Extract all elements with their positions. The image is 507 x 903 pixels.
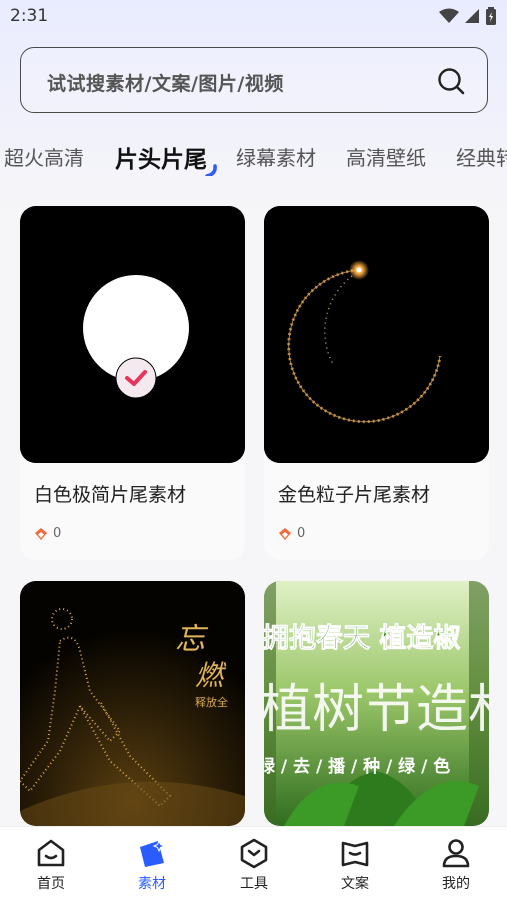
tab-hd-wallpaper[interactable]: 高清壁纸 [346, 142, 426, 171]
card-thumbnail[interactable] [20, 206, 245, 463]
card-meta: 0 [34, 526, 61, 541]
heat-count: 0 [297, 526, 306, 541]
card-meta: 0 [278, 526, 305, 541]
material-card[interactable]: 白色极简片尾素材 0 [20, 206, 245, 560]
fire-icon [35, 527, 47, 540]
nav-tools-label: 工具 [240, 876, 268, 892]
tab-green-screen[interactable]: 绿幕素材 [236, 142, 316, 171]
status-icons [439, 7, 497, 25]
nav-profile-label: 我的 [442, 876, 470, 892]
card-thumbnail[interactable] [264, 206, 489, 463]
card-title: 白色极简片尾素材 [34, 484, 187, 506]
nav-copywriting-label: 文案 [341, 876, 369, 892]
tab-intro-outro[interactable]: 片头片尾 [115, 140, 207, 174]
signal-icon [465, 9, 479, 23]
search-icon[interactable] [437, 67, 465, 95]
card-art-text: 忘 [175, 622, 209, 657]
wifi-icon [439, 8, 459, 23]
bottom-nav: 首页 素材 工具 文案 我的 [0, 826, 507, 903]
material-card[interactable]: 金色粒子片尾素材 0 [264, 206, 489, 560]
heat-count: 0 [53, 526, 62, 541]
card-art-text: 燃 [195, 659, 227, 692]
search-input[interactable]: 试试搜素材/文案/图片/视频 [47, 69, 284, 96]
tools-icon [240, 838, 268, 869]
status-time: 2:31 [10, 6, 49, 26]
card-art-text: 拥抱春天 植造椒 [264, 622, 460, 654]
tab-super-hd[interactable]: 超火高清 [4, 142, 84, 171]
nav-copywriting[interactable]: 文案 [325, 837, 385, 893]
material-card[interactable]: 忘 燃 释放全 [20, 581, 245, 826]
white-circle-thumbnail [20, 206, 245, 463]
nav-material[interactable]: 素材 [122, 837, 182, 893]
material-icon [140, 839, 166, 867]
copywriting-icon [341, 841, 369, 867]
card-art-text: 植树节造林 [264, 680, 489, 740]
nav-home[interactable]: 首页 [21, 837, 81, 893]
nav-material-label: 素材 [138, 876, 166, 892]
gold-figure-thumbnail: 忘 燃 释放全 [20, 581, 245, 826]
tab-classic[interactable]: 经典转 [456, 142, 507, 171]
nav-tools[interactable]: 工具 [224, 837, 284, 893]
category-tabs: 超火高清 片头片尾 绿幕素材 高清壁纸 经典转 [0, 136, 507, 176]
tree-planting-thumbnail: 拥抱春天 植造椒 植树节造林 绿 / 去 / 播 / 种 / 绿 / 色 [264, 581, 489, 826]
card-title: 金色粒子片尾素材 [278, 484, 431, 506]
profile-icon [442, 839, 470, 868]
active-tab-indicator [205, 164, 217, 176]
card-art-text: 释放全 [195, 695, 228, 709]
nav-profile[interactable]: 我的 [426, 837, 486, 893]
nav-home-label: 首页 [37, 876, 65, 892]
card-thumbnail[interactable]: 忘 燃 释放全 [20, 581, 245, 826]
battery-icon [486, 7, 496, 25]
card-art-text: 绿 / 去 / 播 / 种 / 绿 / 色 [264, 756, 450, 777]
search-box[interactable]: 试试搜素材/文案/图片/视频 [20, 47, 488, 113]
home-icon [37, 839, 65, 867]
fire-icon [279, 527, 291, 540]
gold-particle-ring-thumbnail [264, 206, 489, 463]
card-thumbnail[interactable]: 拥抱春天 植造椒 植树节造林 绿 / 去 / 播 / 种 / 绿 / 色 [264, 581, 489, 826]
status-bar: 2:31 [0, 0, 507, 34]
material-card[interactable]: 拥抱春天 植造椒 植树节造林 绿 / 去 / 播 / 种 / 绿 / 色 [264, 581, 489, 826]
